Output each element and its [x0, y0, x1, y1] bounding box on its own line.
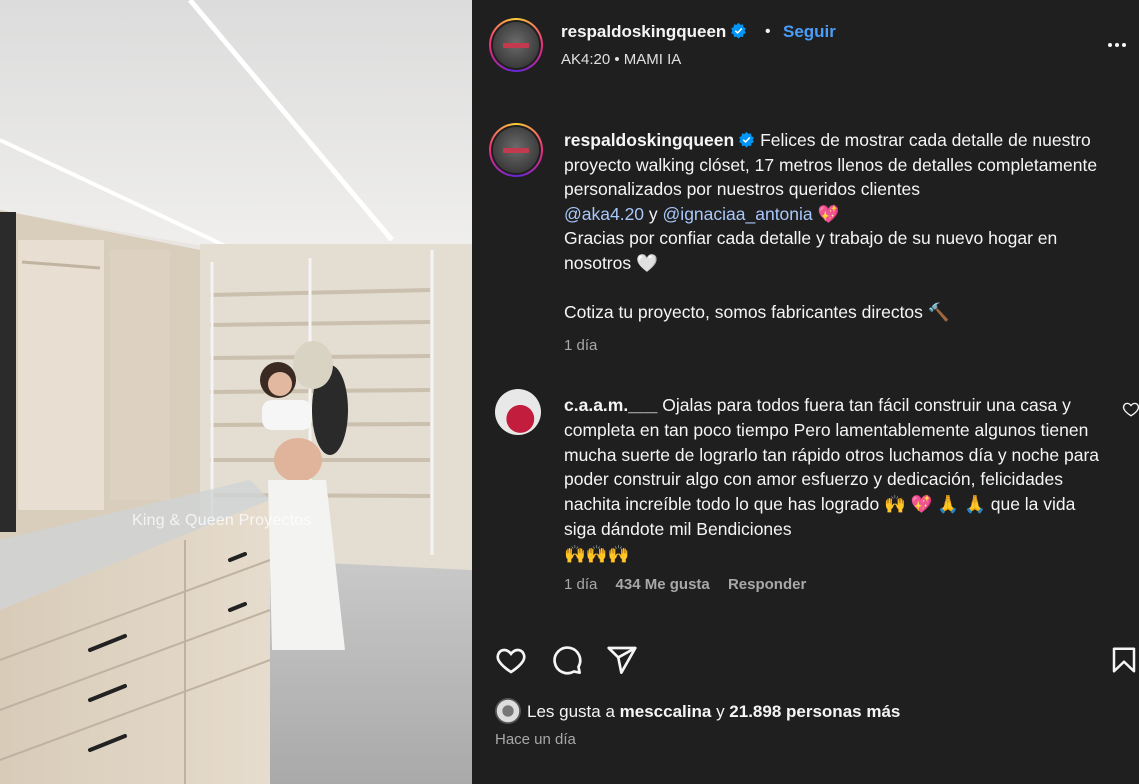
audio-label[interactable]: AK4:20 • MAMI IA	[561, 51, 681, 68]
post-photo[interactable]: King & Queen Proyectos	[0, 0, 472, 784]
caption-text: respaldoskingqueen Felices de mostrar ca…	[564, 128, 1120, 359]
verified-icon	[739, 131, 754, 148]
caption-connector: y	[648, 203, 658, 224]
more-options-icon[interactable]	[1108, 34, 1132, 54]
post-actions	[472, 640, 1139, 680]
likes-connector: y	[716, 702, 725, 721]
follow-button[interactable]: Seguir	[783, 22, 836, 42]
caption-emoji3: 🔨	[927, 301, 950, 322]
commenter-avatar[interactable]	[495, 389, 541, 435]
comment-emojis: 🙌 💖 🙏 🙏	[884, 494, 986, 515]
separator-dot: •	[765, 23, 771, 40]
commenter-username[interactable]: c.a.a.m.___	[564, 395, 657, 415]
comment-icon[interactable]	[551, 644, 583, 676]
mention-ignaciaa[interactable]: @ignaciaa_antonia	[663, 204, 813, 224]
caption-username[interactable]: respaldoskingqueen	[564, 130, 734, 150]
post-header: respaldoskingqueen • Seguir AK4:20 • MAM…	[472, 0, 1139, 94]
comment-text: c.a.a.m.___ Ojalas para todos fuera tan …	[564, 393, 1112, 567]
caption-time: 1 día	[564, 337, 598, 354]
comment-meta: 1 día 434 Me gusta Responder	[564, 576, 806, 593]
bookmark-icon[interactable]	[1109, 644, 1139, 676]
author-username-text[interactable]: respaldoskingqueen	[561, 22, 726, 41]
walk-in-closet-image	[0, 0, 472, 784]
likes-others[interactable]: 21.898 personas más	[729, 702, 900, 721]
post-timestamp[interactable]: Hace un día	[495, 731, 576, 748]
likes-summary: Les gusta a mesccalina y 21.898 personas…	[495, 698, 900, 724]
comment-emojis-2: 🙌🙌🙌	[564, 543, 630, 564]
author-avatar[interactable]	[489, 18, 543, 72]
liker-username[interactable]: mesccalina	[620, 702, 712, 721]
caption-avatar[interactable]	[489, 123, 543, 177]
caption-emoji1: 💖	[817, 203, 840, 224]
verified-icon	[731, 22, 747, 39]
caption-emoji2: 🤍	[636, 252, 658, 273]
comment-likes[interactable]: 434 Me gusta	[616, 576, 710, 593]
photo-watermark: King & Queen Proyectos	[132, 512, 312, 529]
heart-icon[interactable]	[495, 644, 527, 676]
comment-heart-icon[interactable]	[1122, 400, 1139, 418]
reply-button[interactable]: Responder	[728, 576, 806, 593]
author-username[interactable]: respaldoskingqueen	[561, 22, 747, 42]
likes-prefix: Les gusta a	[527, 702, 615, 721]
share-icon[interactable]	[606, 644, 638, 676]
mention-aka420[interactable]: @aka4.20	[564, 204, 644, 224]
post-side-panel: respaldoskingqueen • Seguir AK4:20 • MAM…	[472, 0, 1139, 784]
liker-avatar[interactable]	[495, 698, 521, 724]
caption-line3: Cotiza tu proyecto, somos fabricantes di…	[564, 301, 923, 322]
comment-time: 1 día	[564, 576, 598, 593]
